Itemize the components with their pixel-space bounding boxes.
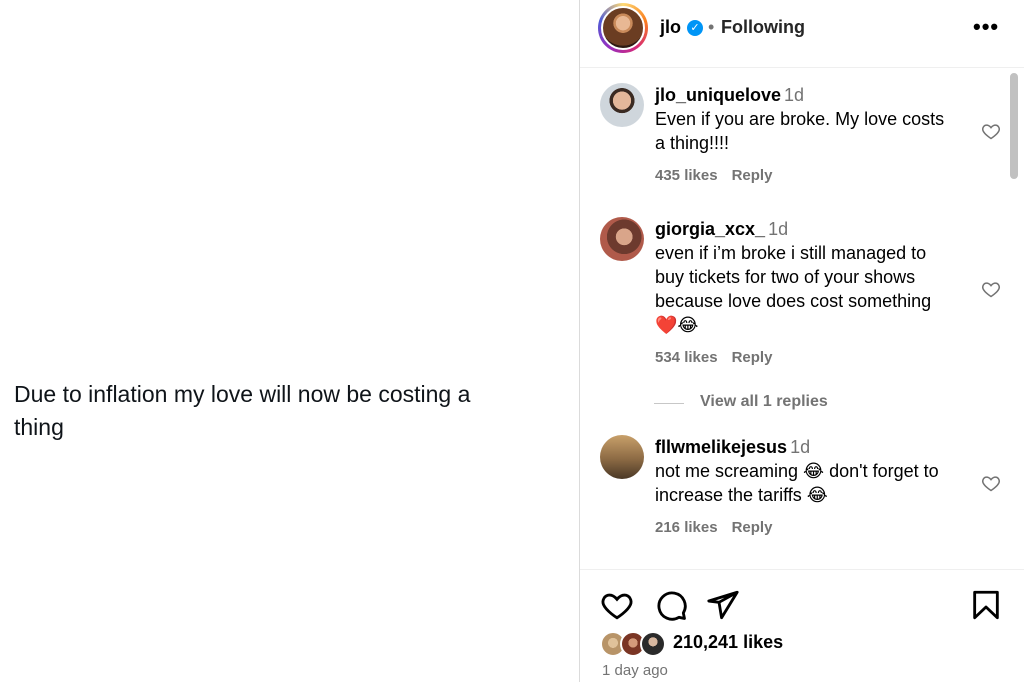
comment-username[interactable]: fllwmelikejesus [655,437,787,457]
reply-button[interactable]: Reply [732,167,773,184]
like-comment-heart-icon[interactable] [980,279,1002,299]
comment-likes[interactable]: 534 likes [655,349,718,366]
view-replies-line [654,403,684,404]
comment-meta: 216 likes Reply [655,519,786,536]
comment-body: giorgia_xcx_ 1d even if i’m broke i still… [655,217,955,337]
profile-avatar[interactable] [601,6,645,50]
comment-likes[interactable]: 435 likes [655,167,718,184]
comment-likes[interactable]: 216 likes [655,519,718,536]
comment-text: even if i’m broke i still managed to buy… [655,243,932,335]
following-button[interactable]: Following [721,17,805,38]
liker-avatar[interactable] [640,631,666,657]
post-header: jlo ✓ • Following ••• [580,0,1024,68]
comment-text: Even if you are broke. My love costs a t… [655,109,945,153]
post-text: Due to inflation my love will now be cos… [14,381,471,440]
verified-icon: ✓ [687,20,703,36]
comment-username[interactable]: jlo_uniquelove [655,85,781,105]
comment-body: fllwmelikejesus 1d not me screaming 😂 don… [655,435,955,507]
comment-time: 1d [784,85,805,105]
post-actions: 210,241 likes 1 day ago [580,569,1024,682]
comment-time: 1d [768,219,789,239]
tweet-screenshot-panel: Due to inflation my love will now be cos… [0,0,580,682]
header-username[interactable]: jlo [660,17,681,38]
bookmark-icon[interactable] [969,588,1003,622]
comment-body: jlo_uniquelove 1d Even if you are broke. … [655,83,955,155]
comment-avatar[interactable] [600,435,644,479]
post-timestamp: 1 day ago [602,662,668,679]
comment-meta: 435 likes Reply [655,167,786,184]
scrollbar-thumb[interactable] [1010,73,1018,179]
header-separator: • [708,17,715,37]
reply-button[interactable]: Reply [732,349,773,366]
like-comment-heart-icon[interactable] [980,473,1002,493]
comment-time: 1d [790,437,811,457]
story-ring[interactable] [598,3,648,53]
comment-avatar[interactable] [600,83,644,127]
share-icon[interactable] [706,588,740,622]
like-comment-heart-icon[interactable] [980,121,1002,141]
like-heart-icon[interactable] [600,588,634,622]
more-options-icon[interactable]: ••• [973,14,999,40]
view-replies-button[interactable]: View all 1 replies [700,393,828,411]
instagram-sidebar: jlo ✓ • Following ••• jlo_uniquelove 1d E… [579,0,1024,682]
likes-count[interactable]: 210,241 likes [673,632,783,653]
comment-avatar[interactable] [600,217,644,261]
reply-button[interactable]: Reply [732,519,773,536]
comment-icon[interactable] [654,588,688,622]
comments-list[interactable]: jlo_uniquelove 1d Even if you are broke. … [580,69,1024,569]
comment-username[interactable]: giorgia_xcx_ [655,219,765,239]
comment-text: not me screaming 😂 don't forget to incre… [655,461,939,505]
comment-meta: 534 likes Reply [655,349,786,366]
